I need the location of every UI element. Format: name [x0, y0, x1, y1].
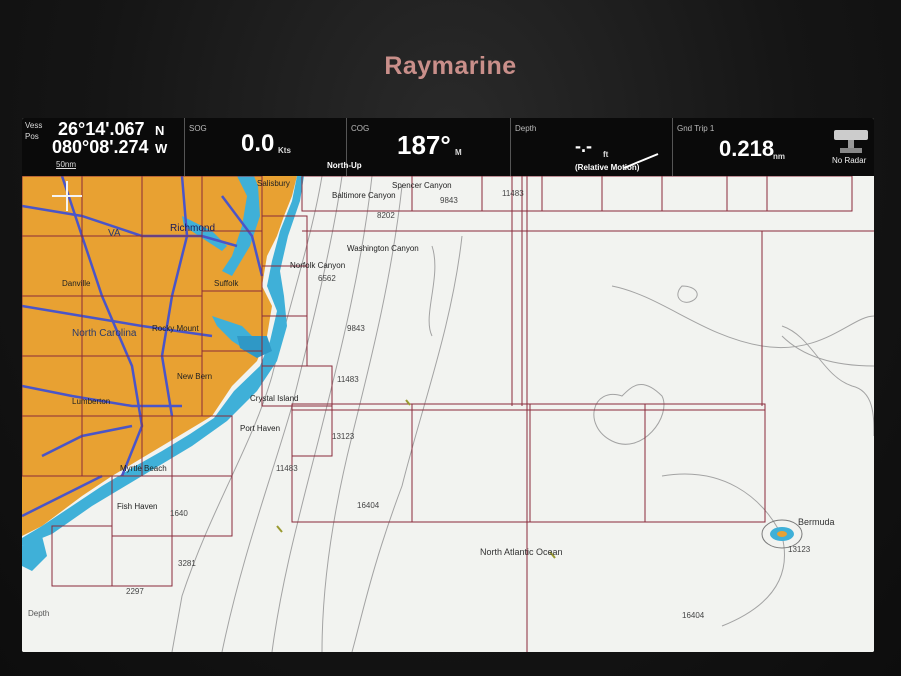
place-richmond: Richmond: [170, 223, 215, 234]
place-norfolk-canyon: Norfolk Canyon: [290, 261, 345, 270]
vessel-label: Vess: [25, 121, 43, 130]
sounding: 9843: [347, 324, 365, 333]
data-bar: Vess Pos 26°14'.067 N 080°08'.274 W 50nm…: [22, 118, 874, 176]
place-north-atlantic: North Atlantic Ocean: [480, 547, 563, 557]
sounding: 13123: [788, 545, 811, 554]
place-bermuda: Bermuda: [798, 517, 835, 527]
depth-label: Depth: [515, 124, 537, 133]
orientation-mode[interactable]: North-Up: [327, 161, 362, 170]
place-baltimore-canyon: Baltimore Canyon: [332, 191, 396, 200]
place-spencer-canyon: Spencer Canyon: [392, 181, 452, 190]
brand-logo: Raymarine: [384, 52, 517, 80]
place-north-carolina: North Carolina: [72, 328, 137, 339]
heading-arrow-icon: [623, 153, 659, 169]
sounding: 2297: [126, 587, 144, 596]
cog-unit: M: [455, 148, 462, 157]
cog-cell[interactable]: COG 187° M North-Up: [327, 118, 509, 176]
sounding: 11483: [502, 189, 524, 198]
place-va: VA: [108, 228, 121, 239]
radar-label: No Radar: [832, 156, 867, 165]
cog-label: COG: [351, 124, 370, 133]
sog-cell[interactable]: SOG 0.0 Kts: [184, 118, 345, 176]
longitude-value: 080°08'.274: [52, 137, 149, 157]
sounding: 8202: [377, 211, 395, 220]
sounding: 6562: [318, 274, 336, 283]
sog-value: 0.0: [241, 130, 275, 157]
sounding: 16404: [357, 501, 380, 510]
nautical-chart[interactable]: VA Richmond North Carolina Rocky Mount N…: [22, 176, 874, 652]
trip-value: 0.218: [719, 136, 775, 161]
trip-cell[interactable]: Gnd Trip 1 0.218 nm: [672, 118, 833, 176]
sounding: 3281: [178, 559, 196, 568]
sounding: 9843: [440, 196, 458, 205]
place-myrtle-beach: Myrtle Beach: [120, 464, 167, 473]
sounding: 1640: [170, 509, 188, 518]
place-salisbury: Salisbury: [257, 179, 290, 188]
cog-value: 187°: [397, 130, 451, 160]
sounding: 11483: [276, 464, 298, 473]
place-danville: Danville: [62, 279, 91, 288]
longitude-hemisphere: W: [155, 141, 168, 156]
place-lumberton: Lumberton: [72, 397, 110, 406]
place-rocky-mount: Rocky Mount: [152, 324, 199, 333]
depth-unit: ft: [603, 150, 609, 159]
place-port-haven: Port Haven: [240, 424, 280, 433]
sog-label: SOG: [189, 124, 207, 133]
depth-caption: Depth: [28, 609, 49, 618]
trip-unit: nm: [773, 152, 785, 161]
position-label: Pos: [25, 132, 39, 141]
radar-icon: [834, 130, 868, 153]
sounding: 13123: [332, 432, 355, 441]
radar-status-button[interactable]: No Radar: [832, 128, 870, 168]
trip-label: Gnd Trip 1: [677, 124, 715, 133]
latitude-hemisphere: N: [155, 123, 165, 138]
place-washington-canyon: Washington Canyon: [347, 244, 419, 253]
place-fish-haven: Fish Haven: [117, 502, 157, 511]
place-crystal-island: Crystal Island: [250, 394, 298, 403]
scale-label: 50nm: [56, 160, 77, 169]
sounding: 16404: [682, 611, 705, 620]
sounding: 11483: [337, 375, 359, 384]
position-cell[interactable]: Vess Pos 26°14'.067 N 080°08'.274 W 50nm: [22, 118, 182, 176]
place-new-bern: New Bern: [177, 372, 212, 381]
depth-value: -.-: [575, 136, 592, 156]
sog-unit: Kts: [278, 146, 291, 155]
chart-canvas[interactable]: VA Richmond North Carolina Rocky Mount N…: [22, 176, 874, 652]
chartplotter-screen: Vess Pos 26°14'.067 N 080°08'.274 W 50nm…: [22, 118, 874, 652]
place-suffolk: Suffolk: [214, 279, 239, 288]
